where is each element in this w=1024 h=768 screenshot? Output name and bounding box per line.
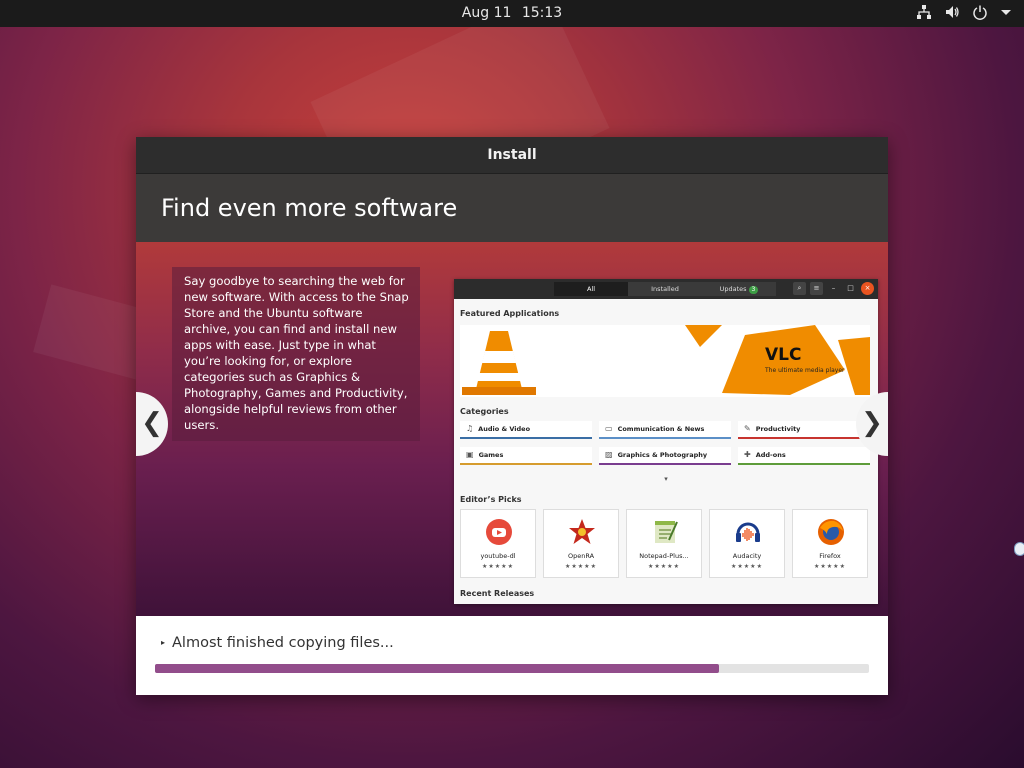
slide-description: Say goodbye to searching the web for new… xyxy=(172,267,420,441)
chat-icon: ▭ xyxy=(605,424,613,433)
pick-rating: ★★★★★ xyxy=(482,563,514,570)
banner-title: VLC xyxy=(765,345,802,365)
pick-card: Firefox ★★★★★ xyxy=(792,509,868,578)
category-graphics: ▨ Graphics & Photography xyxy=(599,447,731,465)
vlc-banner-art xyxy=(685,325,870,395)
featured-label: Featured Applications xyxy=(460,309,560,318)
gamepad-icon: ▣ xyxy=(466,450,474,459)
pick-card: OpenRA ★★★★★ xyxy=(543,509,619,578)
network-icon xyxy=(917,5,931,19)
category-label: Graphics & Photography xyxy=(617,451,708,459)
pen-icon: ✎ xyxy=(744,424,751,433)
menu-icon: ≡ xyxy=(810,282,823,295)
pick-name: OpenRA xyxy=(567,552,595,560)
pick-rating: ★★★★★ xyxy=(648,563,680,570)
minimize-icon: – xyxy=(831,284,836,292)
tab-updates-label: Updates xyxy=(719,285,747,293)
previous-slide-button[interactable]: ❮ xyxy=(136,392,168,456)
maximize-icon: □ xyxy=(847,284,854,292)
category-grid: ♫ Audio & Video ▭ Communication & News ✎ Pr… xyxy=(460,421,870,465)
updates-badge: 3 xyxy=(748,286,759,294)
pointer-cursor-icon xyxy=(1014,542,1024,556)
dropdown-arrow-icon xyxy=(1001,10,1011,15)
search-icon: ⌕ xyxy=(793,282,806,295)
progress-bar-fill xyxy=(155,664,720,673)
installer-window: Install Find even more software Say good… xyxy=(136,137,888,695)
recent-releases-label: Recent Releases xyxy=(460,589,535,598)
notepad-plus-icon xyxy=(655,521,678,543)
pick-rating: ★★★★★ xyxy=(814,563,846,570)
tab-installed: Installed xyxy=(628,282,702,296)
clock-time: 15:13 xyxy=(521,5,563,21)
pick-name: Audacity xyxy=(732,552,762,560)
category-productivity: ✎ Productivity xyxy=(738,421,870,439)
category-audio-video: ♫ Audio & Video xyxy=(460,421,592,439)
slide-heading: Find even more software xyxy=(136,174,888,242)
category-communication: ▭ Communication & News xyxy=(599,421,731,439)
pick-name: youtube-dl xyxy=(480,552,516,560)
firefox-icon xyxy=(818,519,844,545)
category-label: Productivity xyxy=(755,425,801,433)
tab-all: All xyxy=(554,282,628,296)
power-icon xyxy=(973,5,987,20)
music-note-icon: ♫ xyxy=(466,424,474,433)
window-title: Install xyxy=(136,137,888,174)
pick-name: Notepad-Plus... xyxy=(639,552,689,560)
pick-name: Firefox xyxy=(819,552,841,560)
openra-icon xyxy=(569,519,595,544)
software-center-screenshot: All Installed Updates 3 ⌕ ≡ – □ × Feature… xyxy=(454,279,878,604)
clock[interactable]: Aug 11 15:13 xyxy=(0,5,1024,21)
category-label: Add-ons xyxy=(755,451,786,459)
pick-rating: ★★★★★ xyxy=(731,563,763,570)
software-center-header: All Installed Updates 3 ⌕ ≡ – □ × xyxy=(454,279,878,299)
category-addons: ✚ Add-ons xyxy=(738,447,870,465)
slide-body: Say goodbye to searching the web for new… xyxy=(136,242,888,616)
pick-rating: ★★★★★ xyxy=(565,563,597,570)
categories-label: Categories xyxy=(460,407,509,416)
status-text: Almost finished copying files... xyxy=(172,635,394,651)
puzzle-icon: ✚ xyxy=(744,450,751,459)
audacity-icon xyxy=(736,522,760,542)
editors-picks-label: Editor’s Picks xyxy=(460,495,522,504)
banner-subtitle: The ultimate media player xyxy=(765,367,845,374)
system-tray[interactable] xyxy=(916,4,1012,20)
category-label: Audio & Video xyxy=(478,425,531,433)
youtube-dl-icon xyxy=(486,519,512,545)
pick-card: Audacity ★★★★★ xyxy=(709,509,785,578)
category-label: Games xyxy=(478,451,504,459)
more-categories-arrow: ▾ xyxy=(664,475,668,483)
progress-bar xyxy=(155,664,869,673)
category-games: ▣ Games xyxy=(460,447,592,465)
pick-card: youtube-dl ★★★★★ xyxy=(460,509,536,578)
close-icon: × xyxy=(861,282,874,295)
top-panel: Aug 11 15:13 xyxy=(0,0,1024,27)
clock-date: Aug 11 xyxy=(461,5,512,21)
editors-picks: youtube-dl ★★★★★ OpenRA ★★★★★ Notepad-Pl… xyxy=(460,509,868,578)
progress-area: ▸ Almost finished copying files... xyxy=(136,616,888,695)
pick-card: Notepad-Plus... ★★★★★ xyxy=(626,509,702,578)
slideshow: Find even more software Say goodbye to s… xyxy=(136,174,888,616)
category-label: Communication & News xyxy=(617,425,705,433)
expander-arrow-icon[interactable]: ▸ xyxy=(161,638,165,647)
image-icon: ▨ xyxy=(605,450,613,459)
featured-banner: VLC The ultimate media player xyxy=(460,325,870,397)
tab-updates: Updates 3 xyxy=(702,282,776,296)
volume-icon xyxy=(946,6,959,18)
